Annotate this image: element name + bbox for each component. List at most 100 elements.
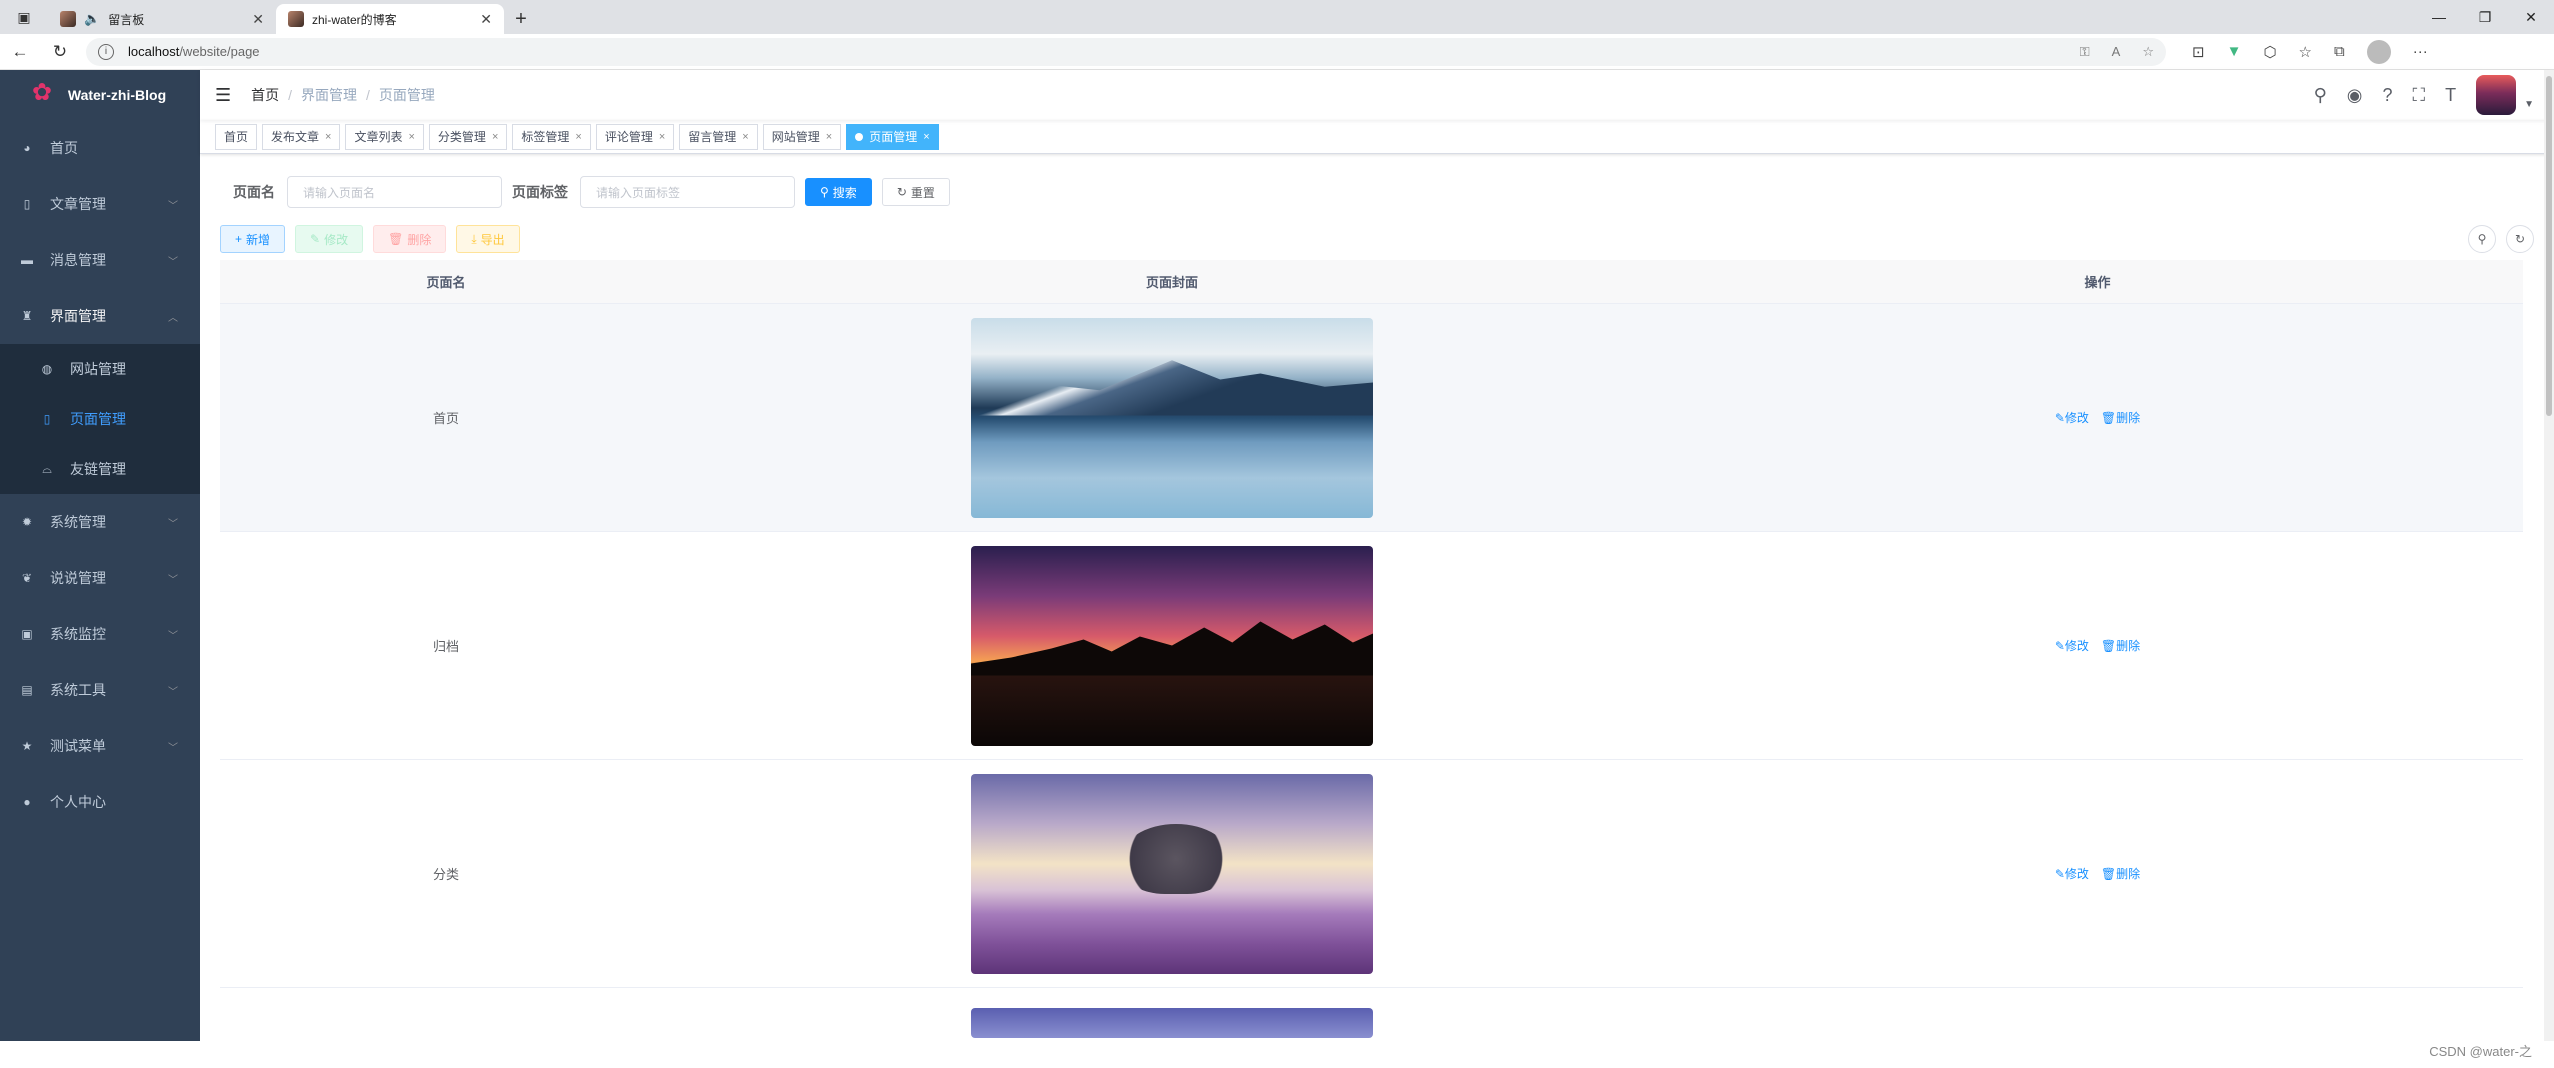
- toggle-search-icon[interactable]: ⚲: [2468, 225, 2496, 253]
- page-name-input[interactable]: 请输入页面名: [287, 176, 502, 208]
- tag-item-0[interactable]: 首页: [215, 123, 258, 150]
- sidebar-subitem-1[interactable]: ▯ 页面管理: [0, 394, 200, 444]
- sidebar-item-7[interactable]: ▤ 系统工具 ﹀: [0, 662, 200, 718]
- logo-text: Water-zhi-Blog: [67, 87, 167, 103]
- row-delete-button[interactable]: 🗑删除: [2101, 409, 2140, 426]
- lavender-tree-image[interactable]: [971, 773, 1373, 974]
- close-tag-icon[interactable]: ×: [325, 131, 331, 143]
- hamburger-icon[interactable]: ☰: [215, 85, 231, 106]
- sidebar-item-8[interactable]: ★ 测试菜单 ﹀: [0, 718, 200, 774]
- tab-actions-icon[interactable]: ▣: [0, 0, 48, 34]
- close-tab-icon[interactable]: ✕: [252, 11, 264, 28]
- row-edit-button[interactable]: ✎修改: [2055, 865, 2089, 882]
- row-delete-button[interactable]: 🗑删除: [2101, 637, 2140, 654]
- browser-tab-blog[interactable]: zhi-water的博客 ✕: [276, 4, 504, 34]
- tag-item-1[interactable]: 发布文章 ×: [262, 123, 341, 150]
- chat-icon: ❦: [21, 571, 33, 585]
- edit-button[interactable]: ✎ 修改: [295, 225, 364, 253]
- close-tag-icon[interactable]: ×: [575, 131, 581, 143]
- mountain-lake-image[interactable]: [971, 317, 1373, 518]
- close-window-icon[interactable]: ✕: [2508, 0, 2554, 34]
- app: Water-zhi-Blog ◕ 首页 ▯ 文章管理 ﹀ ▬ 消息管理 ﹀ ♜ 界面管理 ︿ ◍ 网站管…: [0, 70, 2554, 1059]
- read-aloud-icon[interactable]: A: [2112, 44, 2121, 60]
- row-edit-button[interactable]: ✎修改: [2055, 409, 2089, 426]
- speaker-icon[interactable]: 🔈: [84, 11, 100, 27]
- restore-icon[interactable]: ❐: [2462, 0, 2508, 34]
- help-icon[interactable]: ?: [2382, 85, 2392, 106]
- collections-icon[interactable]: ⧉: [2334, 43, 2345, 60]
- edit-icon: ✎: [310, 232, 321, 246]
- tag-item-5[interactable]: 评论管理 ×: [595, 123, 675, 150]
- row-edit-button[interactable]: ✎修改: [2055, 637, 2089, 654]
- table-row-partial: [220, 988, 2523, 1048]
- navbar: ☰ 首页 / 界面管理 / 页面管理 ⚲ ◉ ? ⛶ T ▼: [200, 70, 2554, 120]
- tag-item-6[interactable]: 留言管理 ×: [679, 123, 758, 150]
- search-button-label: 搜索: [832, 185, 857, 200]
- tag-label: 文章列表: [354, 130, 403, 144]
- scrollbar-thumb[interactable]: [2546, 76, 2552, 416]
- sidebar-item-1[interactable]: ▯ 文章管理 ﹀: [0, 176, 200, 232]
- refresh-table-icon[interactable]: ↻: [2506, 225, 2534, 253]
- favorites-icon[interactable]: ☆: [2299, 43, 2312, 61]
- close-tag-icon[interactable]: ×: [742, 131, 748, 143]
- extensions: ⊡ ▼ ⬡ ☆ ⧉ ···: [2192, 39, 2428, 64]
- sidebar-item-9[interactable]: ● 个人中心: [0, 774, 200, 830]
- browser-tab-guestbook[interactable]: 🔈 留言板 ✕: [48, 4, 276, 34]
- close-tag-icon[interactable]: ×: [492, 131, 498, 143]
- url-field[interactable]: i localhost/website/page ⚿ A ☆: [86, 37, 2166, 66]
- tag-item-7[interactable]: 网站管理 ×: [762, 123, 842, 150]
- export-button[interactable]: ⤓ 导出: [456, 225, 520, 253]
- close-tag-icon[interactable]: ×: [826, 131, 832, 143]
- page-tag-input[interactable]: 请输入页面标签: [580, 176, 795, 208]
- caret-down-icon[interactable]: ▼: [2524, 99, 2534, 110]
- favorite-add-icon[interactable]: ☆: [2142, 44, 2154, 60]
- add-button[interactable]: + 新增: [220, 225, 286, 253]
- add-label: 新增: [246, 232, 271, 247]
- close-tab-icon[interactable]: ✕: [480, 11, 492, 28]
- sidebar-item-3[interactable]: ♜ 界面管理 ︿: [0, 288, 200, 344]
- avatar[interactable]: [2476, 75, 2517, 115]
- profile-icon[interactable]: [2366, 39, 2391, 64]
- tag-item-8[interactable]: 页面管理 ×: [846, 123, 939, 150]
- close-tag-icon[interactable]: ×: [923, 131, 929, 143]
- logo[interactable]: Water-zhi-Blog: [0, 70, 200, 120]
- refresh-icon[interactable]: ↻: [40, 34, 80, 70]
- reset-button[interactable]: ↻ 重置: [881, 178, 950, 206]
- breadcrumb-item-home[interactable]: 首页: [251, 85, 279, 105]
- cell-page-name: 分类: [432, 867, 459, 882]
- edit-icon: ✎: [2054, 411, 2065, 425]
- extension-g-icon[interactable]: ⊡: [2192, 43, 2205, 61]
- close-tag-icon[interactable]: ×: [408, 131, 414, 143]
- row-delete-button[interactable]: 🗑删除: [2101, 865, 2140, 882]
- reset-button-label: 重置: [910, 185, 935, 200]
- sidebar-item-5[interactable]: ❦ 说说管理 ﹀: [0, 550, 200, 606]
- minimize-icon[interactable]: —: [2416, 0, 2462, 34]
- sidebar-item-6[interactable]: ▣ 系统监控 ﹀: [0, 606, 200, 662]
- back-icon[interactable]: ←: [0, 34, 40, 70]
- sidebar-subitem-2[interactable]: ⌓ 友链管理: [0, 444, 200, 494]
- sidebar-item-0[interactable]: ◕ 首页: [0, 120, 200, 176]
- close-tag-icon[interactable]: ×: [659, 131, 665, 143]
- search-button[interactable]: ⚲ 搜索: [805, 178, 872, 206]
- sidebar-item-2[interactable]: ▬ 消息管理 ﹀: [0, 232, 200, 288]
- github-icon[interactable]: ◉: [2347, 85, 2363, 106]
- tag-item-4[interactable]: 标签管理 ×: [512, 123, 591, 150]
- sidebar-subitem-0[interactable]: ◍ 网站管理: [0, 344, 200, 394]
- page-scrollbar[interactable]: [2544, 70, 2554, 1041]
- more-icon[interactable]: ···: [2413, 43, 2428, 60]
- delete-button[interactable]: 🗑 删除: [373, 225, 447, 253]
- extensions-icon[interactable]: ⬡: [2263, 43, 2276, 61]
- fullscreen-icon[interactable]: ⛶: [2412, 85, 2425, 106]
- vue-devtools-icon[interactable]: ▼: [2227, 43, 2242, 60]
- chevron-down-icon: ﹀: [168, 742, 178, 754]
- key-icon[interactable]: ⚿: [2080, 44, 2090, 60]
- tag-item-2[interactable]: 文章列表 ×: [345, 123, 424, 150]
- new-tab-button[interactable]: +: [504, 4, 538, 34]
- font-size-icon[interactable]: T: [2445, 85, 2456, 106]
- search-icon[interactable]: ⚲: [2314, 85, 2327, 106]
- navbar-right-menu: ⚲ ◉ ? ⛶ T ▼: [2314, 70, 2534, 120]
- site-info-icon[interactable]: i: [98, 43, 114, 60]
- sunset-trees-image[interactable]: [971, 545, 1373, 746]
- tag-item-3[interactable]: 分类管理 ×: [428, 123, 508, 150]
- sidebar-item-4[interactable]: ✹ 系统管理 ﹀: [0, 494, 200, 550]
